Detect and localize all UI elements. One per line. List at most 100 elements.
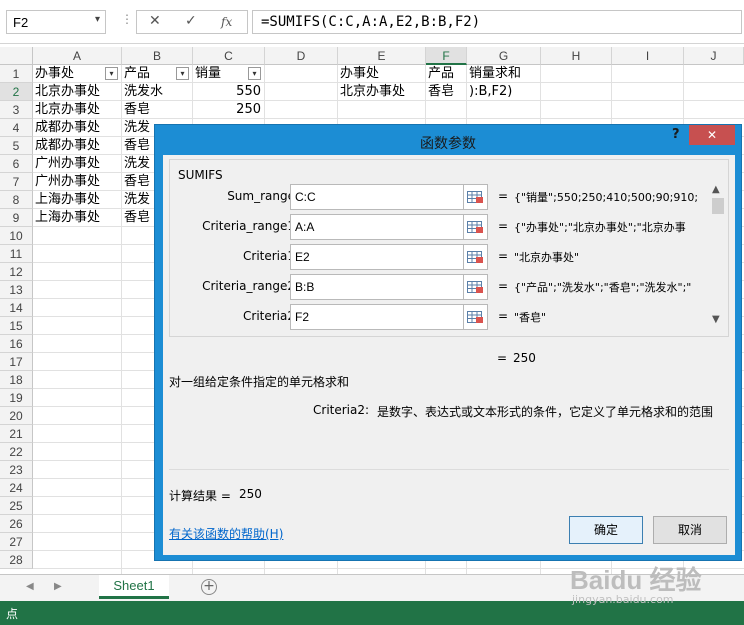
argument-input-value: C:C (295, 190, 316, 204)
argument-input[interactable]: E2 (290, 244, 464, 270)
cell-c2[interactable]: 550 (195, 83, 261, 101)
column-header-e[interactable]: E (338, 47, 426, 65)
prev-sheet-icon[interactable]: ◀ (26, 581, 34, 592)
cell-f2[interactable]: 香皂 (428, 83, 463, 101)
column-header-b[interactable]: B (122, 47, 193, 65)
insert-function-icon[interactable]: fx (221, 15, 232, 29)
ok-button[interactable]: 确定 (569, 516, 643, 544)
row-header-14[interactable]: 14 (0, 299, 33, 317)
cell-b2[interactable]: 洗发水 (124, 83, 189, 101)
add-sheet-icon[interactable]: + (201, 579, 217, 595)
row-header-20[interactable]: 20 (0, 407, 33, 425)
cell-e1[interactable]: 办事处 (340, 65, 422, 83)
range-select-button[interactable] (464, 274, 488, 300)
range-select-button[interactable] (464, 304, 488, 330)
row-header-17[interactable]: 17 (0, 353, 33, 371)
row-header-24[interactable]: 24 (0, 479, 33, 497)
cell-a6[interactable]: 广州办事处 (35, 155, 118, 173)
argument-equals: = (498, 249, 509, 263)
row-header-27[interactable]: 27 (0, 533, 33, 551)
row-header-13[interactable]: 13 (0, 281, 33, 299)
row-header-10[interactable]: 10 (0, 227, 33, 245)
formula-result: 250 (513, 351, 536, 365)
row-header-7[interactable]: 7 (0, 173, 33, 191)
column-header-f[interactable]: F (426, 47, 467, 65)
row-header-4[interactable]: 4 (0, 119, 33, 137)
column-header-c[interactable]: C (193, 47, 265, 65)
row-header-26[interactable]: 26 (0, 515, 33, 533)
scroll-down-icon[interactable]: ▼ (712, 314, 720, 325)
cancel-icon[interactable]: ✕ (149, 13, 161, 29)
argument-description: 是数字、表达式或文本形式的条件，它定义了单元格求和的范围 (377, 405, 714, 419)
close-button[interactable]: ✕ (689, 125, 735, 145)
sheet-tab-sheet1[interactable]: Sheet1 (99, 575, 169, 599)
cell-a7[interactable]: 广州办事处 (35, 173, 118, 191)
column-header-j[interactable]: J (684, 47, 744, 65)
row-header-3[interactable]: 3 (0, 101, 33, 119)
filter-dropdown-icon[interactable]: ▾ (248, 67, 261, 80)
row-header-2[interactable]: 2 (0, 83, 33, 101)
scroll-up-icon[interactable]: ▲ (712, 184, 720, 195)
cell-a4[interactable]: 成都办事处 (35, 119, 118, 137)
cell-a1[interactable]: 办事处 (35, 65, 104, 83)
argument-result: "北京办事处" (514, 251, 580, 264)
cancel-button[interactable]: 取消 (653, 516, 727, 544)
filter-dropdown-icon[interactable]: ▾ (176, 67, 189, 80)
row-header-5[interactable]: 5 (0, 137, 33, 155)
name-box[interactable]: F2 ▾ (6, 10, 106, 34)
cell-a2[interactable]: 北京办事处 (35, 83, 118, 101)
argument-equals: = (498, 189, 509, 203)
row-header-11[interactable]: 11 (0, 245, 33, 263)
cell-g2[interactable]: ):B,F2) (469, 83, 537, 101)
row-header-18[interactable]: 18 (0, 371, 33, 389)
argument-input[interactable]: B:B (290, 274, 464, 300)
formula-bar-buttons: ✕ ✓ fx (136, 10, 248, 34)
filter-dropdown-icon[interactable]: ▾ (105, 67, 118, 80)
cell-b1[interactable]: 产品 (124, 65, 175, 83)
cell-a5[interactable]: 成都办事处 (35, 137, 118, 155)
row-header-6[interactable]: 6 (0, 155, 33, 173)
argument-input-value: A:A (295, 220, 315, 234)
row-header-8[interactable]: 8 (0, 191, 33, 209)
row-header-28[interactable]: 28 (0, 551, 33, 569)
name-box-dropdown-icon[interactable]: ▾ (95, 14, 100, 25)
row-header-25[interactable]: 25 (0, 497, 33, 515)
argument-scrollbar[interactable]: ▲ ▼ (710, 184, 726, 334)
formula-input[interactable]: =SUMIFS(C:C,A:A,E2,B:B,F2) (252, 10, 742, 34)
column-header-h[interactable]: H (541, 47, 612, 65)
argument-input[interactable]: F2 (290, 304, 464, 330)
cell-f1[interactable]: 产品 (428, 65, 463, 83)
range-select-button[interactable] (464, 244, 488, 270)
cell-e2[interactable]: 北京办事处 (340, 83, 422, 101)
name-box-value: F2 (13, 15, 29, 30)
cell-b3[interactable]: 香皂 (124, 101, 189, 119)
scroll-thumb[interactable] (712, 198, 724, 214)
row-header-19[interactable]: 19 (0, 389, 33, 407)
cell-c1[interactable]: 销量 (195, 65, 247, 83)
cell-c3[interactable]: 250 (195, 101, 261, 119)
argument-input[interactable]: A:A (290, 214, 464, 240)
next-sheet-icon[interactable]: ▶ (54, 581, 62, 592)
cell-a8[interactable]: 上海办事处 (35, 191, 118, 209)
range-select-button[interactable] (464, 184, 488, 210)
enter-icon[interactable]: ✓ (185, 13, 197, 29)
help-icon[interactable]: ? (672, 127, 686, 142)
row-header-9[interactable]: 9 (0, 209, 33, 227)
column-header-g[interactable]: G (467, 47, 541, 65)
column-header-i[interactable]: I (612, 47, 684, 65)
row-header-22[interactable]: 22 (0, 443, 33, 461)
row-header-15[interactable]: 15 (0, 317, 33, 335)
row-header-12[interactable]: 12 (0, 263, 33, 281)
row-header-1[interactable]: 1 (0, 65, 33, 83)
column-header-a[interactable]: A (33, 47, 122, 65)
row-header-16[interactable]: 16 (0, 335, 33, 353)
row-header-23[interactable]: 23 (0, 461, 33, 479)
column-header-d[interactable]: D (265, 47, 338, 65)
function-help-link[interactable]: 有关该函数的帮助(H) (169, 525, 283, 542)
cell-a3[interactable]: 北京办事处 (35, 101, 118, 119)
argument-input[interactable]: C:C (290, 184, 464, 210)
range-select-button[interactable] (464, 214, 488, 240)
row-header-21[interactable]: 21 (0, 425, 33, 443)
cell-g1[interactable]: 销量求和 (469, 65, 537, 83)
cell-a9[interactable]: 上海办事处 (35, 209, 118, 227)
